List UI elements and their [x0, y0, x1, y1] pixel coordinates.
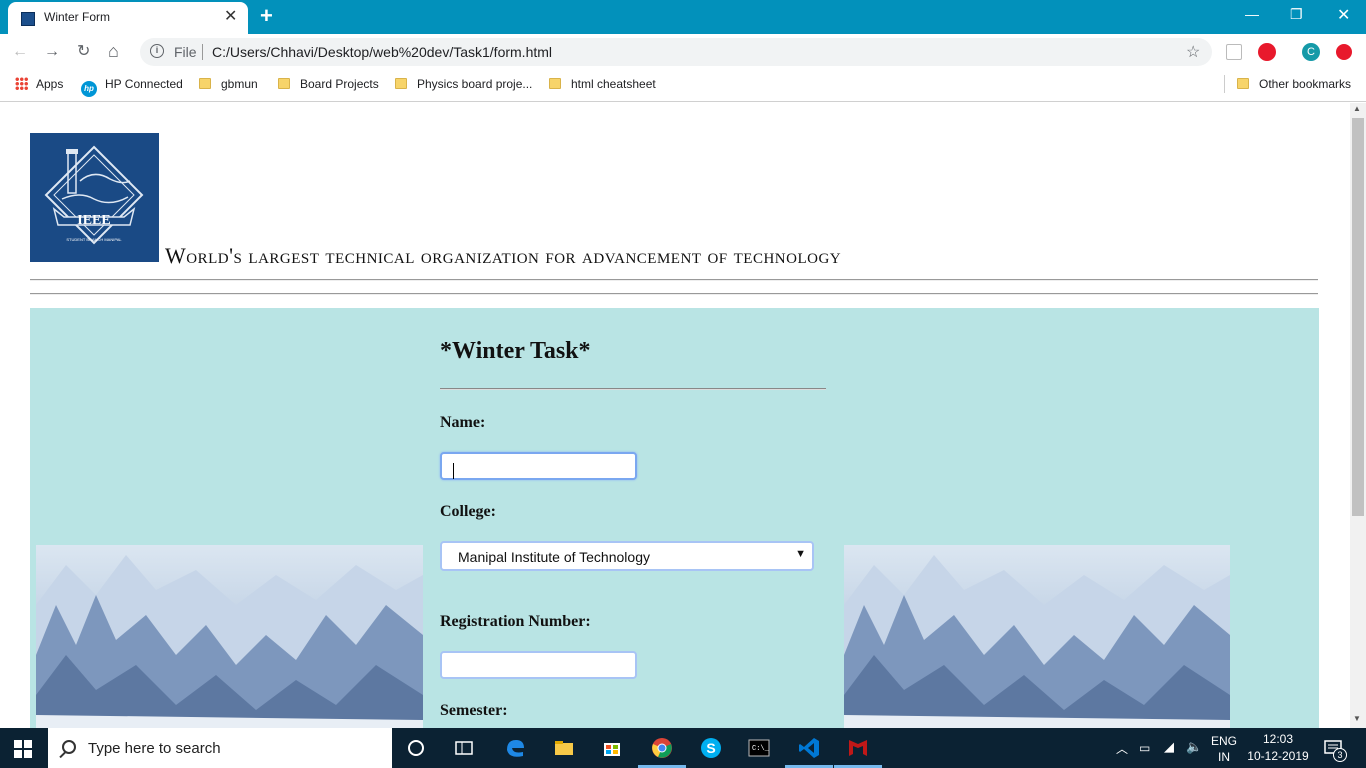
form-panel: *Winter Task* Name: College: Manipal Ins… — [30, 308, 1319, 728]
cortana-icon[interactable] — [404, 736, 428, 760]
clock[interactable]: 12:03 10-12-2019 — [1244, 731, 1312, 765]
task-view-icon[interactable] — [452, 736, 476, 760]
form-divider — [440, 388, 826, 390]
text-caret — [453, 463, 454, 479]
college-selected-value: Manipal Institute of Technology — [458, 549, 650, 565]
taskbar-search-placeholder: Type here to search — [88, 740, 221, 757]
windows-start-icon[interactable] — [14, 740, 32, 758]
file-label: File — [174, 44, 197, 60]
new-tab-button[interactable]: + — [260, 5, 273, 27]
vscode-icon[interactable] — [797, 736, 821, 760]
adblock-extension-icon[interactable] — [1258, 43, 1276, 61]
apps-grid-icon — [15, 77, 28, 90]
winter-landscape-image — [36, 545, 423, 728]
svg-text:S: S — [706, 740, 715, 756]
home-icon[interactable]: ⌂ — [108, 41, 119, 61]
page-tagline: World's largest technical organization f… — [165, 243, 842, 268]
scrollbar-thumb[interactable] — [1352, 118, 1364, 516]
svg-text:IEEE: IEEE — [77, 213, 110, 228]
svg-text:STUDENT BRANCH MANIPAL: STUDENT BRANCH MANIPAL — [66, 237, 122, 242]
wifi-icon[interactable]: ◢ — [1164, 739, 1174, 755]
name-label: Name: — [440, 414, 486, 431]
clock-time: 12:03 — [1262, 732, 1294, 746]
back-arrow-icon[interactable]: ← — [12, 42, 28, 62]
url-text[interactable]: C:/Users/Chhavi/Desktop/web%20dev/Task1/… — [212, 44, 552, 60]
bookmark-html-cheatsheet[interactable]: html cheatsheet — [549, 77, 656, 91]
reload-icon[interactable]: ↻ — [77, 42, 90, 62]
skype-icon[interactable]: S — [699, 736, 723, 760]
scroll-down-arrow-icon[interactable]: ▼ — [1353, 714, 1361, 723]
dropdown-arrow-icon: ▼ — [795, 548, 806, 560]
folder-icon — [199, 78, 211, 89]
divider — [30, 293, 1318, 295]
semester-label: Semester: — [440, 702, 508, 719]
battery-icon[interactable]: ▭ — [1139, 741, 1150, 755]
region-code: IN — [1218, 750, 1230, 764]
info-icon[interactable]: i — [150, 44, 164, 58]
bookmark-apps[interactable]: Apps — [15, 77, 63, 91]
college-select[interactable]: Manipal Institute of Technology ▼ — [440, 541, 814, 571]
svg-text:C:\_: C:\_ — [752, 745, 770, 753]
bookmark-board-projects[interactable]: Board Projects — [278, 77, 379, 91]
notification-badge: 3 — [1333, 748, 1347, 762]
chrome-icon[interactable] — [650, 736, 674, 760]
tab-winter-form[interactable]: Winter Form ✕ — [8, 2, 248, 34]
folder-icon — [395, 78, 407, 89]
volume-icon[interactable]: 🔈 — [1186, 739, 1202, 755]
language-code: ENG — [1210, 734, 1237, 748]
name-input[interactable] — [440, 452, 637, 480]
mcafee-icon[interactable] — [846, 736, 870, 760]
bookmark-hp-connected[interactable]: hp HP Connected — [81, 77, 183, 97]
window-close-icon[interactable]: ✕ — [1337, 5, 1350, 25]
store-icon[interactable] — [600, 736, 624, 760]
bookmark-star-icon[interactable]: ☆ — [1186, 42, 1200, 62]
tab-title: Winter Form — [44, 10, 110, 24]
bookmarks-separator — [1224, 75, 1225, 93]
college-label: College: — [440, 503, 496, 520]
registration-label: Registration Number: — [440, 613, 591, 630]
registration-input[interactable] — [440, 651, 637, 679]
tab-favicon-icon — [21, 12, 35, 26]
ieee-logo: IEEE STUDENT BRANCH MANIPAL — [30, 133, 159, 262]
clock-date: 10-12-2019 — [1247, 749, 1309, 763]
form-title: *Winter Task* — [440, 338, 591, 364]
address-separator — [202, 44, 203, 60]
extension-icon[interactable] — [1226, 44, 1242, 60]
folder-icon — [278, 78, 290, 89]
hp-icon: hp — [81, 81, 97, 97]
restore-icon[interactable]: ❐ — [1290, 6, 1303, 23]
bookmark-gbmun[interactable]: gbmun — [199, 77, 258, 91]
scroll-up-arrow-icon[interactable]: ▲ — [1353, 104, 1361, 113]
profile-avatar[interactable]: C — [1302, 43, 1320, 61]
language-indicator[interactable]: ENG IN — [1208, 733, 1240, 765]
tab-close-icon[interactable]: ✕ — [224, 8, 237, 26]
edge-browser-icon[interactable] — [503, 736, 527, 760]
forward-arrow-icon[interactable]: → — [44, 42, 60, 62]
bookmark-other[interactable]: Other bookmarks — [1237, 77, 1351, 91]
tray-chevron-icon[interactable]: ︿ — [1116, 740, 1128, 757]
update-icon[interactable] — [1336, 44, 1352, 60]
file-explorer-icon[interactable] — [552, 736, 576, 760]
command-prompt-icon[interactable]: C:\_ — [747, 736, 771, 760]
folder-icon — [549, 78, 561, 89]
winter-landscape-image — [844, 545, 1230, 728]
divider — [30, 279, 1318, 281]
folder-icon — [1237, 78, 1249, 89]
bookmark-physics-board[interactable]: Physics board proje... — [395, 77, 532, 91]
minimize-icon[interactable]: — — [1245, 6, 1259, 22]
page-viewport: IEEE STUDENT BRANCH MANIPAL World's larg… — [0, 103, 1350, 728]
